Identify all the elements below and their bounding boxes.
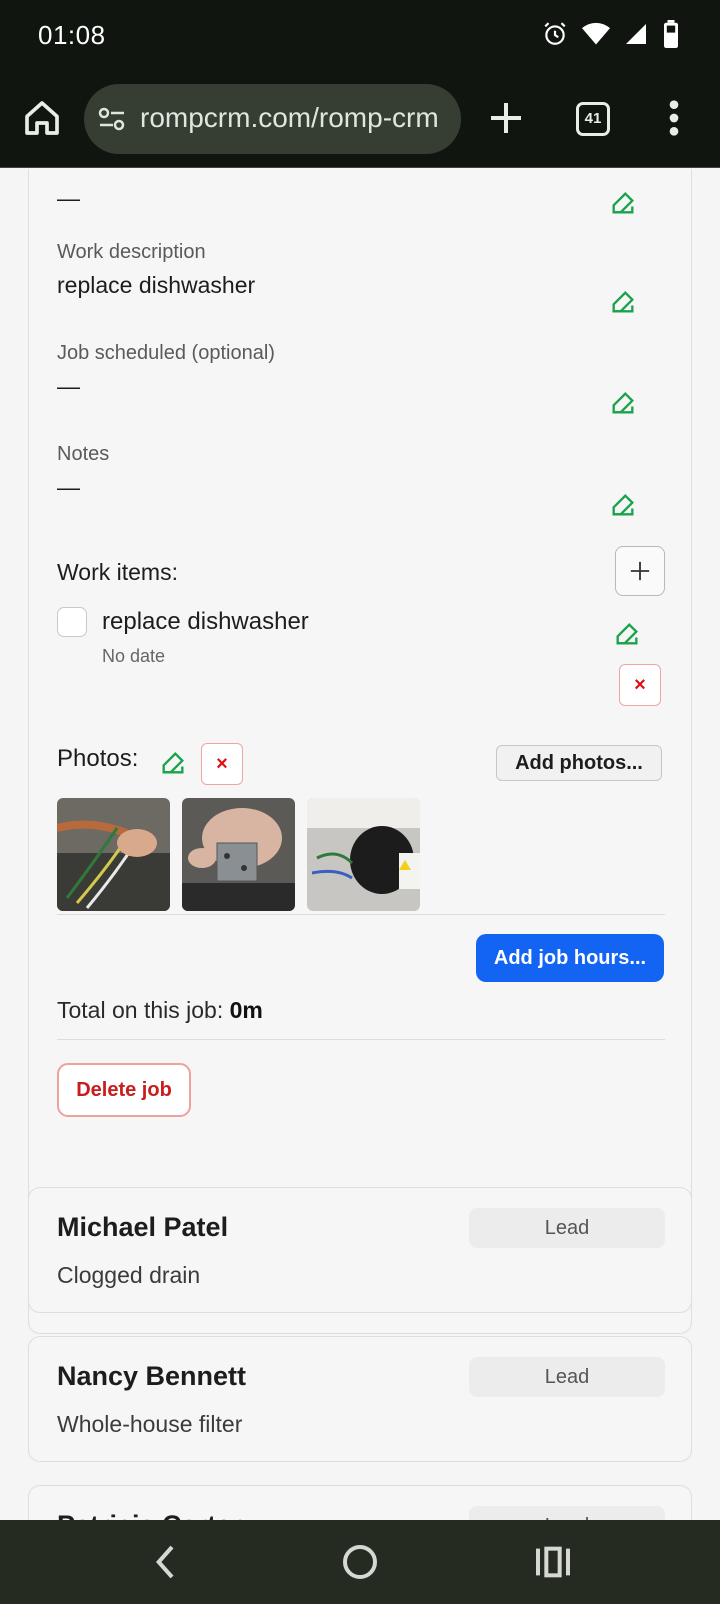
field-value: replace dishwasher bbox=[57, 272, 256, 298]
photo-thumbnail[interactable] bbox=[182, 798, 295, 911]
lead-name: Patricia Carter bbox=[57, 1510, 242, 1520]
page-content: — Work description replace dishwasher Jo… bbox=[0, 169, 720, 1520]
work-item-date: No date bbox=[102, 646, 166, 666]
job-total: Total on this job: 0m bbox=[57, 997, 263, 1024]
edit-pencil-icon[interactable] bbox=[613, 620, 641, 648]
signal-icon bbox=[626, 24, 646, 44]
home-circle-icon[interactable] bbox=[340, 1542, 380, 1582]
browser-toolbar: rompcrm.com/romp-crm 41 bbox=[0, 76, 720, 168]
back-icon[interactable] bbox=[147, 1542, 187, 1582]
recents-icon[interactable] bbox=[533, 1542, 573, 1582]
work-item-label: replace dishwasher bbox=[102, 608, 309, 635]
edit-pencil-icon[interactable] bbox=[609, 491, 637, 519]
alarm-icon bbox=[544, 22, 566, 45]
edit-pencil-icon[interactable] bbox=[609, 189, 637, 217]
divider bbox=[57, 1039, 665, 1040]
edit-pencil-icon[interactable] bbox=[609, 288, 637, 316]
status-icons bbox=[542, 20, 680, 48]
job-scheduled-field: Job scheduled (optional) — bbox=[57, 342, 657, 400]
lead-card[interactable]: Patricia Carter Lead bbox=[28, 1485, 692, 1520]
clock: 01:08 bbox=[38, 20, 106, 50]
plus-icon bbox=[630, 561, 650, 581]
address-bar[interactable]: rompcrm.com/romp-crm bbox=[84, 84, 461, 154]
system-navigation-bar bbox=[0, 1520, 720, 1604]
status-bar: 01:08 bbox=[0, 0, 720, 76]
field-value: — bbox=[57, 474, 80, 500]
work-items-title: Work items: bbox=[57, 559, 178, 585]
new-tab-icon[interactable] bbox=[486, 98, 526, 138]
lead-name: Nancy Bennett bbox=[57, 1361, 247, 1391]
previous-field-value: — bbox=[57, 185, 80, 211]
add-photos-button[interactable]: Add photos... bbox=[496, 745, 662, 781]
job-total-label: Total on this job: bbox=[57, 997, 230, 1023]
field-label: Notes bbox=[57, 443, 110, 465]
lead-name: Michael Patel bbox=[57, 1212, 229, 1242]
work-description-field: Work description replace dishwasher bbox=[57, 241, 657, 299]
status-badge: Lead bbox=[469, 1506, 665, 1520]
delete-photos-button[interactable]: × bbox=[201, 743, 243, 785]
site-settings-icon[interactable] bbox=[98, 106, 126, 132]
lead-card[interactable]: Nancy Bennett Lead Whole-house filter bbox=[28, 1336, 692, 1462]
edit-pencil-icon[interactable] bbox=[609, 389, 637, 417]
edit-pencil-icon[interactable] bbox=[159, 749, 187, 777]
lead-description: Whole-house filter bbox=[57, 1411, 243, 1437]
field-label: Job scheduled (optional) bbox=[57, 342, 275, 364]
lead-card[interactable]: Michael Patel Lead Clogged drain bbox=[28, 1187, 692, 1313]
previous-field: — bbox=[57, 177, 657, 212]
url-text[interactable]: rompcrm.com/romp-crm bbox=[140, 102, 439, 134]
photo-thumbnail[interactable] bbox=[307, 798, 420, 911]
field-label: Work description bbox=[57, 241, 206, 263]
battery-icon bbox=[664, 20, 678, 48]
job-total-value: 0m bbox=[229, 997, 263, 1023]
lead-description: Clogged drain bbox=[57, 1262, 201, 1288]
home-icon[interactable] bbox=[22, 98, 62, 138]
delete-work-item-button[interactable]: × bbox=[619, 664, 661, 706]
notes-field: Notes — bbox=[57, 443, 657, 501]
status-badge: Lead bbox=[469, 1208, 665, 1248]
more-menu-icon[interactable] bbox=[664, 98, 684, 138]
divider bbox=[57, 914, 665, 915]
add-job-hours-button[interactable]: Add job hours... bbox=[476, 934, 664, 982]
status-badge: Lead bbox=[469, 1357, 665, 1397]
job-card: — Work description replace dishwasher Jo… bbox=[28, 169, 692, 1334]
field-value: — bbox=[57, 373, 80, 399]
add-work-item-button[interactable] bbox=[615, 546, 665, 596]
wifi-icon bbox=[582, 22, 610, 45]
photo-thumbnail[interactable] bbox=[57, 798, 170, 911]
work-item-checkbox[interactable] bbox=[57, 607, 87, 637]
delete-job-button[interactable]: Delete job bbox=[57, 1063, 191, 1117]
tab-switcher-button[interactable]: 41 bbox=[576, 102, 610, 136]
photos-title: Photos: bbox=[57, 745, 139, 772]
